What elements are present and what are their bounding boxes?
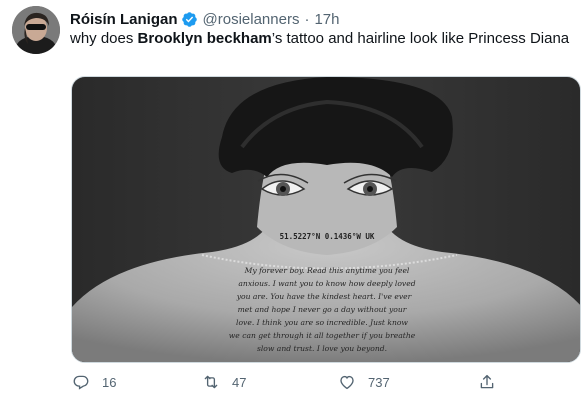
timestamp[interactable]: 17h [314, 11, 339, 28]
tweet-text-highlight: Brooklyn beckham [137, 30, 272, 47]
retweet-icon [204, 375, 218, 389]
tattoo-script-line: we can get through it all together if yo… [229, 331, 416, 340]
tweet-text-start: why does [70, 30, 138, 47]
share-icon [480, 374, 494, 389]
user-name[interactable]: Róisín Lanigan [70, 11, 178, 28]
tweet-actions: 16 47 737 [68, 370, 508, 394]
tattoo-script-line: love. I think you are so incredible. Jus… [236, 318, 408, 327]
reply-count: 16 [102, 374, 117, 390]
share-button[interactable] [478, 373, 496, 391]
verified-badge-icon [181, 11, 198, 28]
tweet-image[interactable]: 51.5227°N 0.1436°W UK My forever boy. Re… [71, 76, 581, 363]
tattoo-script-line: anxious. I want you to know how deeply l… [238, 279, 415, 288]
like-icon [340, 375, 354, 390]
tweet-header: Róisín Lanigan @rosielanners · 17h [70, 9, 339, 29]
like-button[interactable]: 737 [338, 373, 390, 391]
separator-dot: · [304, 10, 310, 28]
tattoo-script-line: slow and trust. I love you beyond. [257, 344, 387, 353]
tattoo-script-line: met and hope I never go a day without yo… [238, 305, 407, 314]
reply-icon [73, 375, 89, 390]
retweet-button[interactable]: 47 [202, 373, 246, 391]
tattoo-script-line: you are. You have the kindest heart. I'v… [236, 292, 412, 301]
retweet-count: 47 [232, 374, 247, 390]
tweet[interactable]: Róisín Lanigan @rosielanners · 17h why d… [0, 0, 583, 406]
tattoo-coordinates: 51.5227°N 0.1436°W UK [280, 232, 375, 241]
like-count: 737 [368, 374, 390, 390]
tweet-text-end: ’s tattoo and hairline look like Princes… [271, 30, 570, 47]
tweet-text: why does Brooklyn beckham’s tattoo and h… [70, 29, 570, 49]
tattoo-script-line: My forever boy. Read this anytime you fe… [244, 266, 410, 275]
avatar[interactable] [12, 6, 60, 54]
tattoo-script: My forever boy. Read this anytime you fe… [229, 266, 416, 353]
reply-button[interactable]: 16 [72, 373, 116, 391]
user-handle[interactable]: @rosielanners [203, 11, 300, 28]
